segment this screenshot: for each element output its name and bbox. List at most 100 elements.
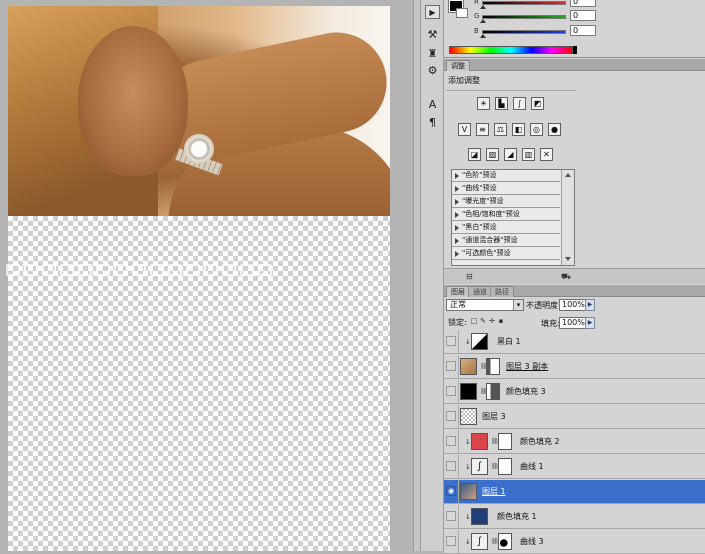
layer-thumbnail[interactable] xyxy=(460,483,477,500)
photo-filter-icon[interactable]: ◎ xyxy=(530,123,543,136)
color-balance-icon[interactable]: ⚖ xyxy=(494,123,507,136)
truck-icon[interactable]: ⛟ xyxy=(561,272,573,281)
document-canvas-area[interactable] xyxy=(0,0,413,551)
lock-transparency-icon[interactable]: □ xyxy=(470,317,478,326)
layer-name[interactable]: 图层 1 xyxy=(482,486,506,497)
layer-name[interactable]: 曲线 3 xyxy=(520,536,544,547)
bw-adjustment-icon[interactable] xyxy=(471,333,488,350)
tab-adjustments[interactable]: 调整 xyxy=(446,60,470,71)
layer-row-color-fill-2[interactable]: ↓ ⛓ 颜色填充 2 xyxy=(444,430,705,454)
scroll-up-icon[interactable] xyxy=(565,173,571,177)
layer-row-curves-3[interactable]: ↓ ∫ ⛓ 曲线 3 xyxy=(444,530,705,554)
visibility-toggle[interactable] xyxy=(446,361,456,371)
visibility-toggle[interactable] xyxy=(446,386,456,396)
channel-mixer-icon[interactable]: ● xyxy=(548,123,561,136)
lock-pixels-icon[interactable]: ✎ xyxy=(479,317,487,326)
brush-icon[interactable]: ⚒ xyxy=(425,28,440,42)
curves-adjustment-icon[interactable]: ∫ xyxy=(471,458,488,475)
layer-name[interactable]: 黑白 1 xyxy=(497,336,521,347)
gradient-map-icon[interactable]: ▥ xyxy=(522,148,535,161)
visibility-toggle[interactable] xyxy=(446,411,456,421)
clip-to-layer-icon[interactable]: ⊟ xyxy=(466,272,478,281)
color-fill-swatch[interactable] xyxy=(460,383,477,400)
layer-name[interactable]: 曲线 1 xyxy=(520,461,544,472)
presets-scrollbar[interactable] xyxy=(561,170,574,265)
color-fill-swatch[interactable] xyxy=(471,508,488,525)
layer-name[interactable]: 图层 3 副本 xyxy=(506,361,548,372)
blue-slider[interactable]: B 0 xyxy=(474,25,604,38)
preset-channel-mixer[interactable]: "通道混合器"预设 xyxy=(452,235,560,247)
black-white-icon[interactable]: ◧ xyxy=(512,123,525,136)
hue-saturation-icon[interactable]: ≡ xyxy=(476,123,489,136)
brightness-contrast-icon[interactable]: ☀ xyxy=(477,97,490,110)
invert-icon[interactable]: ◪ xyxy=(468,148,481,161)
layer-row-layer-3[interactable]: 图层 3 xyxy=(444,405,705,429)
visibility-toggle[interactable] xyxy=(446,461,456,471)
preset-black-white[interactable]: "黑白"预设 xyxy=(452,222,560,234)
preset-hue-saturation[interactable]: "色相/饱和度"预设 xyxy=(452,209,560,221)
tab-layers[interactable]: 图层 xyxy=(446,286,470,297)
layer-mask-thumbnail[interactable] xyxy=(498,533,512,550)
visibility-toggle[interactable] xyxy=(446,336,456,346)
spectrum-black-swatch[interactable] xyxy=(573,46,577,54)
lock-all-icon[interactable]: ▪ xyxy=(497,317,505,326)
opacity-arrow-icon[interactable]: ▶ xyxy=(585,299,595,311)
layer-mask-thumbnail[interactable] xyxy=(498,433,512,450)
fill-arrow-icon[interactable]: ▶ xyxy=(585,317,595,329)
color-spectrum-bar[interactable] xyxy=(449,46,573,54)
visibility-toggle[interactable] xyxy=(446,536,456,546)
chain-link-icon[interactable]: ⛓ xyxy=(491,438,499,446)
selective-color-icon[interactable]: ✕ xyxy=(540,148,553,161)
panel-divider[interactable] xyxy=(413,0,421,551)
scroll-down-icon[interactable] xyxy=(565,257,571,261)
green-slider-knob[interactable] xyxy=(480,19,486,23)
green-value-field[interactable]: 0 xyxy=(570,10,596,21)
posterize-icon[interactable]: ▨ xyxy=(486,148,499,161)
eye-icon[interactable]: ◉ xyxy=(446,486,456,496)
layer-thumbnail[interactable] xyxy=(460,358,477,375)
chain-link-icon[interactable]: ⛓ xyxy=(491,538,499,546)
green-slider[interactable]: G 0 xyxy=(474,10,604,23)
layer-name[interactable]: 颜色填充 3 xyxy=(506,386,546,397)
background-color-swatch[interactable] xyxy=(456,8,468,18)
character-icon[interactable]: A xyxy=(425,98,440,112)
vibrance-icon[interactable]: V xyxy=(458,123,471,136)
play-icon[interactable]: ▶ xyxy=(425,5,440,19)
red-slider-bar[interactable] xyxy=(482,1,566,5)
layer-row-layer-3-copy[interactable]: ⛓ 图层 3 副本 xyxy=(444,355,705,379)
chain-link-icon[interactable]: ⛓ xyxy=(480,388,488,396)
chevron-down-icon[interactable]: ▾ xyxy=(513,300,523,310)
blue-slider-bar[interactable] xyxy=(482,30,566,34)
blend-mode-select[interactable]: 正常 ▾ xyxy=(446,299,524,311)
layer-name[interactable]: 图层 3 xyxy=(482,411,506,422)
threshold-icon[interactable]: ◢ xyxy=(504,148,517,161)
visibility-toggle[interactable] xyxy=(446,436,456,446)
layer-mask-thumbnail[interactable] xyxy=(486,383,500,400)
paragraph-icon[interactable]: ¶ xyxy=(425,116,440,130)
chain-link-icon[interactable]: ⛓ xyxy=(491,463,499,471)
layer-name[interactable]: 颜色填充 1 xyxy=(497,511,537,522)
document-canvas[interactable] xyxy=(6,6,390,551)
curves-icon[interactable]: ∫ xyxy=(513,97,526,110)
layer-row-color-fill-3[interactable]: ⛓ 颜色填充 3 xyxy=(444,380,705,404)
curves-adjustment-icon[interactable]: ∫ xyxy=(471,533,488,550)
lock-position-icon[interactable]: ✛ xyxy=(488,317,496,326)
preset-selective-color[interactable]: "可选颜色"预设 xyxy=(452,248,560,260)
clone-source-icon[interactable]: ⚙ xyxy=(425,64,440,78)
red-slider[interactable]: R 0 xyxy=(474,0,604,9)
levels-icon[interactable]: ▙ xyxy=(495,97,508,110)
tab-paths[interactable]: 路径 xyxy=(490,286,514,297)
layer-name[interactable]: 颜色填充 2 xyxy=(520,436,560,447)
green-slider-bar[interactable] xyxy=(482,15,566,19)
blue-value-field[interactable]: 0 xyxy=(570,25,596,36)
color-fill-swatch[interactable] xyxy=(471,433,488,450)
stamp-icon[interactable]: ♜ xyxy=(425,47,440,61)
preset-exposure[interactable]: "曝光度"预设 xyxy=(452,196,560,208)
layer-mask-thumbnail[interactable] xyxy=(486,358,500,375)
layer-row-curves-1[interactable]: ↓ ∫ ⛓ 曲线 1 xyxy=(444,455,705,479)
visibility-toggle[interactable] xyxy=(446,511,456,521)
red-value-field[interactable]: 0 xyxy=(570,0,596,7)
tab-channels[interactable]: 通道 xyxy=(468,286,492,297)
preset-curves[interactable]: "曲线"预设 xyxy=(452,183,560,195)
exposure-icon[interactable]: ◩ xyxy=(531,97,544,110)
